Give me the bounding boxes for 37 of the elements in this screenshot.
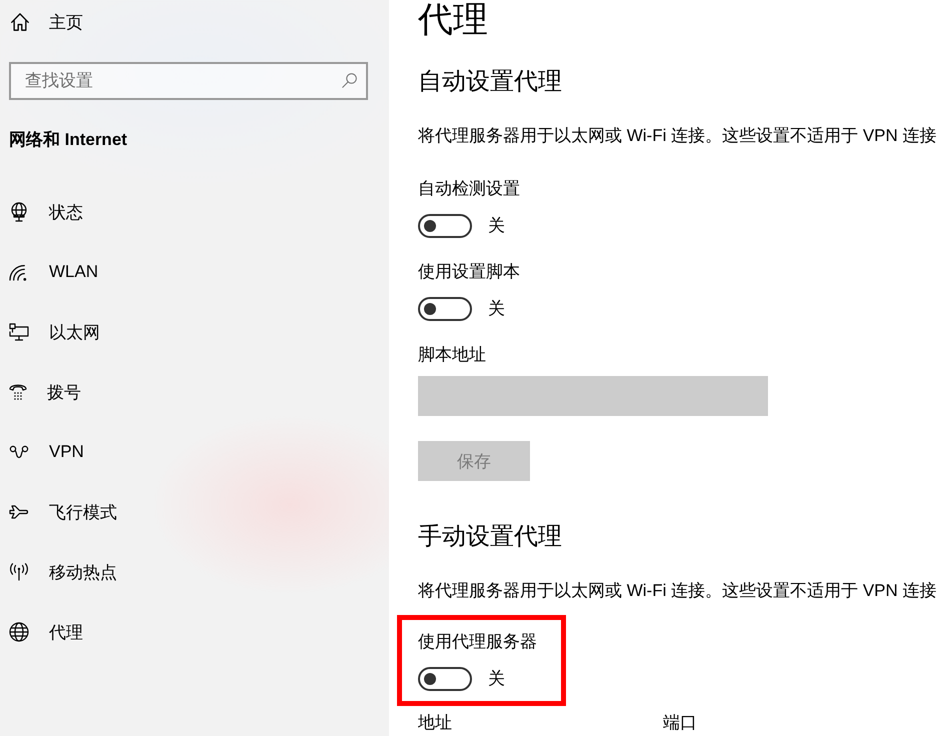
nav-item[interactable]: 以太网 (0, 302, 389, 362)
monitor-icon (9, 323, 29, 341)
field-label: 端口 (663, 712, 697, 734)
section-heading: 手动设置代理 (418, 522, 562, 552)
linked-rings-icon (9, 445, 29, 459)
page-title: 代理 (418, 0, 488, 40)
phone-icon (9, 383, 27, 401)
nav-item[interactable]: WLAN (0, 242, 389, 302)
nav-item[interactable]: 拨号 (0, 362, 389, 422)
antenna-icon (9, 563, 29, 581)
toggle-switch[interactable] (418, 214, 472, 238)
nav-item[interactable]: 移动热点 (0, 542, 389, 602)
setting-label: 使用代理服务器 (418, 631, 537, 653)
house-icon (10, 13, 30, 31)
globe-icon (9, 622, 29, 642)
globe-monitor-icon (9, 202, 29, 222)
toggle-switch[interactable] (418, 297, 472, 321)
setting-label: 使用设置脚本 (418, 261, 520, 283)
wifi-icon (9, 263, 29, 281)
home-link[interactable]: 主页 (0, 0, 91, 44)
field-label: 脚本地址 (418, 344, 486, 366)
description-text: 将代理服务器用于以太网或 Wi-Fi 连接。这些设置不适用于 VPN 连接 (418, 580, 936, 602)
toggle-state-text: 关 (488, 215, 505, 237)
description-text: 将代理服务器用于以太网或 Wi-Fi 连接。这些设置不适用于 VPN 连接 (418, 125, 936, 147)
toggle-switch[interactable] (418, 667, 472, 691)
nav-item[interactable]: VPN (0, 422, 389, 482)
toggle-state-text: 关 (488, 668, 505, 690)
nav-item[interactable]: 状态 (0, 182, 389, 242)
setting-label: 自动检测设置 (418, 178, 520, 200)
nav-item[interactable]: 代理 (0, 602, 389, 662)
search-field[interactable]: 查找设置 (9, 62, 368, 100)
nav-item[interactable]: 飞行模式 (0, 482, 389, 542)
section-heading: 自动设置代理 (418, 67, 562, 97)
field-label: 地址 (418, 712, 452, 734)
search-icon[interactable] (342, 73, 357, 88)
toggle-state-text: 关 (488, 298, 505, 320)
sidebar-section-title: 网络和 Internet (8, 129, 128, 151)
